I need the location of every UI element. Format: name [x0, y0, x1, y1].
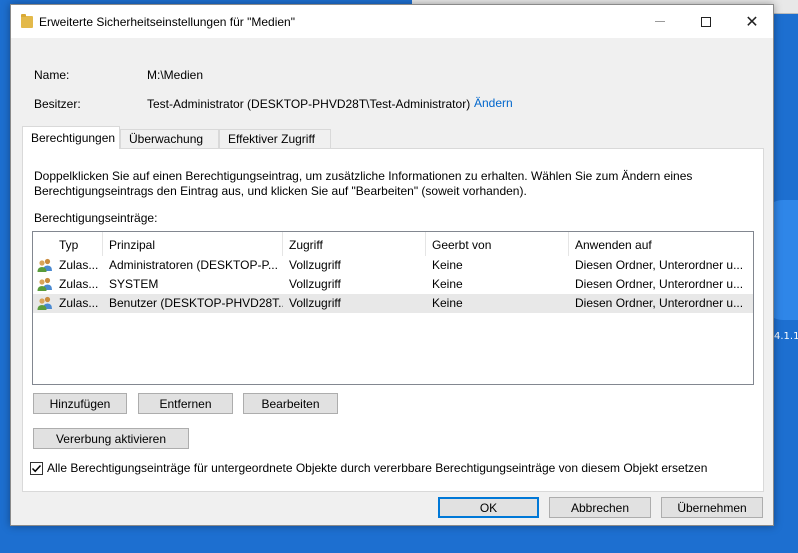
column-header-access[interactable]: Zugriff: [283, 232, 426, 256]
cell-access: Vollzugriff: [289, 277, 341, 291]
cell-applies-to: Diesen Ordner, Unterordner u...: [575, 258, 744, 272]
ok-button[interactable]: OK: [438, 497, 539, 518]
tab-permissions[interactable]: Berechtigungen: [22, 126, 120, 149]
cell-type: Zulas...: [59, 258, 99, 272]
close-icon: ✕: [745, 13, 759, 31]
users-icon: [37, 277, 52, 291]
users-icon: [37, 258, 52, 272]
close-button[interactable]: ✕: [729, 5, 775, 38]
tab-effective-access-label: Effektiver Zugriff: [228, 132, 315, 146]
add-button[interactable]: Hinzufügen: [33, 393, 127, 414]
replace-child-permissions-checkbox[interactable]: [30, 462, 43, 475]
permission-entries-list[interactable]: Typ Prinzipal Zugriff Geerbt von Anwende…: [32, 231, 754, 385]
security-dialog: Erweiterte Sicherheitseinstellungen für …: [10, 4, 774, 526]
owner-value: Test-Administrator (DESKTOP-PHVD28T\Test…: [147, 97, 471, 111]
enable-inheritance-button[interactable]: Vererbung aktivieren: [33, 428, 189, 449]
cell-applies-to: Diesen Ordner, Unterordner u...: [575, 296, 744, 310]
cell-principal: Administratoren (DESKTOP-P...: [109, 258, 278, 272]
desktop-fragment-text: 4.1.1: [774, 331, 798, 342]
maximize-icon: [701, 16, 711, 27]
tab-permissions-label: Berechtigungen: [31, 131, 116, 145]
tab-auditing-label: Überwachung: [129, 132, 204, 146]
cell-principal: SYSTEM: [109, 277, 159, 291]
title-bar[interactable]: Erweiterte Sicherheitseinstellungen für …: [11, 5, 773, 38]
table-row[interactable]: Zulas... Benutzer (DESKTOP-PHVD28T... Vo…: [33, 294, 753, 313]
minimize-icon: [655, 21, 665, 22]
permission-entries-label: Berechtigungseinträge:: [34, 211, 158, 225]
cell-inherited-from: Keine: [432, 258, 463, 272]
checkmark-icon: [31, 464, 42, 473]
edit-button[interactable]: Bearbeiten: [243, 393, 338, 414]
column-header-applies-to[interactable]: Anwenden auf: [569, 232, 753, 256]
folder-icon: [21, 14, 33, 28]
info-text: Doppelklicken Sie auf einen Berechtigung…: [34, 169, 693, 198]
cell-applies-to: Diesen Ordner, Unterordner u...: [575, 277, 744, 291]
remove-button[interactable]: Entfernen: [138, 393, 233, 414]
name-label: Name:: [34, 68, 70, 82]
cell-type: Zulas...: [59, 296, 99, 310]
apply-button[interactable]: Übernehmen: [661, 497, 763, 518]
replace-child-permissions-label: Alle Berechtigungseinträge für untergeor…: [47, 461, 708, 475]
table-row[interactable]: Zulas... SYSTEM Vollzugriff Keine Diesen…: [33, 275, 753, 294]
cancel-button[interactable]: Abbrechen: [549, 497, 651, 518]
column-header-principal[interactable]: Prinzipal: [103, 232, 283, 256]
column-header-inherited-from[interactable]: Geerbt von: [426, 232, 569, 256]
owner-label: Besitzer:: [34, 97, 81, 111]
cell-inherited-from: Keine: [432, 277, 463, 291]
cell-inherited-from: Keine: [432, 296, 463, 310]
cell-access: Vollzugriff: [289, 296, 341, 310]
list-header: Typ Prinzipal Zugriff Geerbt von Anwende…: [33, 232, 753, 256]
window-title: Erweiterte Sicherheitseinstellungen für …: [39, 15, 295, 29]
cell-access: Vollzugriff: [289, 258, 341, 272]
column-header-type[interactable]: Typ: [53, 232, 103, 256]
table-row[interactable]: Zulas... Administratoren (DESKTOP-P... V…: [33, 256, 753, 275]
tab-effective-access[interactable]: Effektiver Zugriff: [219, 129, 331, 149]
tab-auditing[interactable]: Überwachung: [120, 129, 219, 149]
name-value: M:\Medien: [147, 68, 204, 82]
users-icon: [37, 296, 52, 310]
cell-type: Zulas...: [59, 277, 99, 291]
minimize-button[interactable]: [637, 5, 683, 38]
maximize-button[interactable]: [683, 5, 729, 38]
cell-principal: Benutzer (DESKTOP-PHVD28T...: [109, 296, 283, 310]
change-owner-link[interactable]: Ändern: [474, 96, 513, 110]
